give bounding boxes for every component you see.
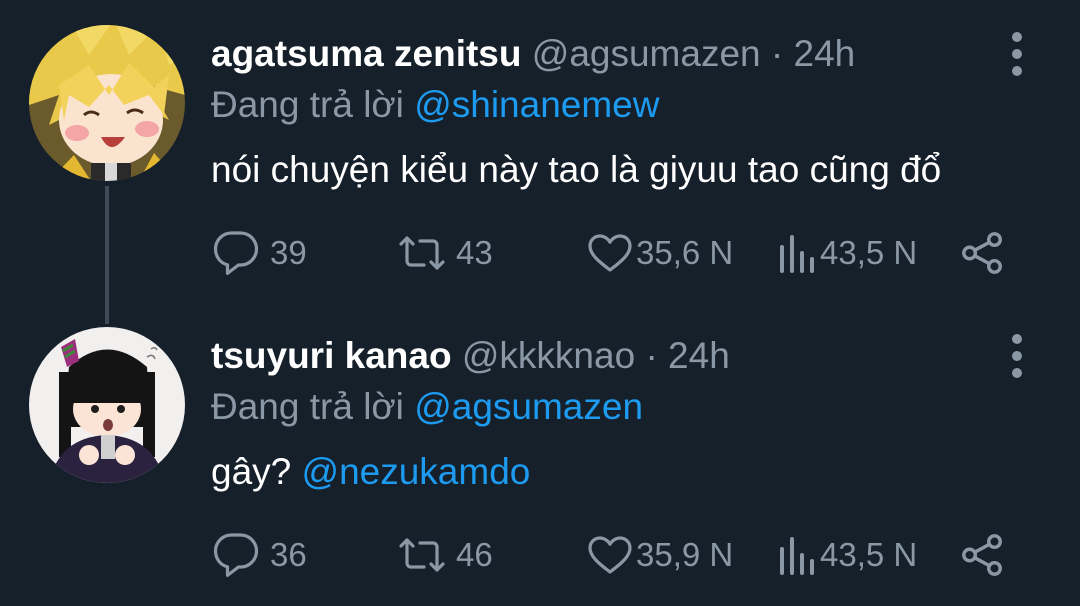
reply-button[interactable]: 39 (212, 229, 307, 277)
tweet[interactable]: tsuyuri kanao @kkkknao · 24h Đang trả lờ… (0, 300, 1080, 606)
views-icon (780, 537, 814, 575)
separator-dot: · (770, 33, 784, 74)
reply-button[interactable]: 36 (212, 531, 307, 579)
tweet-header: tsuyuri kanao @kkkknao · 24h (211, 334, 730, 378)
retweet-count: 43 (456, 234, 493, 271)
replying-to-mention[interactable]: @agsumazen (414, 386, 643, 427)
tweet-header: agatsuma zenitsu @agsumazen · 24h (211, 32, 855, 76)
views-count: 43,5 N (820, 536, 918, 573)
replying-to-label: Đang trả lời (211, 84, 404, 125)
retweet-icon (399, 538, 445, 572)
avatar[interactable] (29, 327, 185, 483)
tweet-text-mention[interactable]: @nezukamdo (302, 451, 531, 492)
views-count: 43,5 N (820, 234, 918, 271)
like-button[interactable]: 35,6 N (586, 229, 733, 277)
replying-to-label: Đang trả lời (211, 386, 404, 427)
tweet-text-content: gây? (211, 451, 292, 492)
more-vertical-icon[interactable] (1005, 30, 1029, 78)
heart-icon (588, 234, 632, 272)
display-name[interactable]: tsuyuri kanao (211, 335, 452, 376)
reply-icon (213, 231, 259, 275)
heart-icon (588, 536, 632, 574)
retweet-button[interactable]: 43 (398, 229, 493, 277)
user-handle[interactable]: @agsumazen (532, 33, 761, 74)
views-icon (780, 235, 814, 273)
share-icon (962, 534, 1002, 576)
avatar-zenitsu-image (29, 25, 185, 181)
separator-dot: · (645, 335, 658, 376)
avatar-kanao-image (29, 327, 185, 483)
replying-to: Đang trả lời @shinanemew (211, 83, 659, 127)
like-count: 35,9 N (636, 536, 734, 573)
reply-count: 36 (270, 536, 307, 573)
retweet-icon (399, 236, 445, 270)
tweet-text: gây? @nezukamdo (211, 450, 530, 494)
replying-to-mention[interactable]: @shinanemew (414, 84, 659, 125)
reply-icon (213, 533, 259, 577)
user-handle[interactable]: @kkkknao (462, 335, 635, 376)
replying-to: Đang trả lời @agsumazen (211, 385, 643, 429)
more-vertical-icon[interactable] (1005, 332, 1029, 380)
reply-count: 39 (270, 234, 307, 271)
views-button[interactable]: 43,5 N (776, 229, 917, 277)
tweet-actions: 36 46 35,9 N 43,5 N (0, 531, 1080, 579)
tweet-actions: 39 43 35,6 N 43,5 N (0, 229, 1080, 277)
avatar[interactable] (29, 25, 185, 181)
views-button[interactable]: 43,5 N (776, 531, 917, 579)
tweet-time[interactable]: 24h (668, 335, 730, 376)
retweet-button[interactable]: 46 (398, 531, 493, 579)
tweet-text: nói chuyện kiểu này tao là giyuu tao cũn… (211, 148, 941, 192)
share-icon (962, 232, 1002, 274)
share-button[interactable] (960, 229, 1006, 277)
display-name[interactable]: agatsuma zenitsu (211, 33, 521, 74)
tweet-time[interactable]: 24h (794, 33, 856, 74)
like-button[interactable]: 35,9 N (586, 531, 733, 579)
share-button[interactable] (960, 531, 1006, 579)
retweet-count: 46 (456, 536, 493, 573)
like-count: 35,6 N (636, 234, 734, 271)
tweet-text-content: nói chuyện kiểu này tao là giyuu tao cũn… (211, 149, 942, 190)
tweet[interactable]: agatsuma zenitsu @agsumazen · 24h Đang t… (0, 0, 1080, 300)
